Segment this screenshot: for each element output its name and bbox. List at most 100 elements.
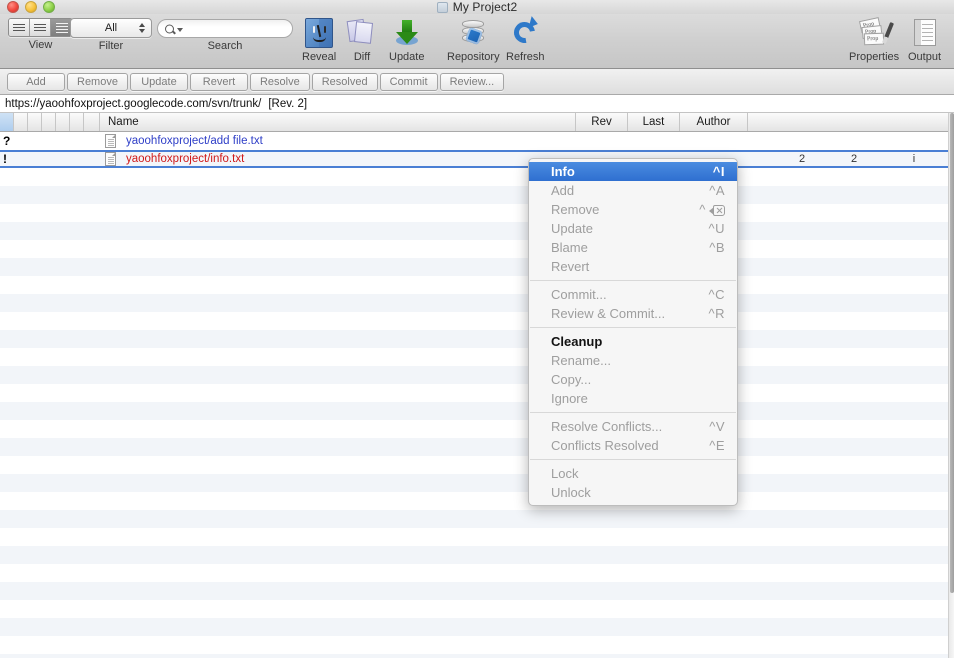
toolbar-item-update[interactable]: Update [389, 17, 424, 63]
review-button[interactable]: Review... [439, 72, 505, 91]
vertical-scrollbar[interactable] [948, 113, 954, 658]
column-name-label: Name [108, 116, 139, 128]
column-rev[interactable]: Rev [576, 113, 628, 131]
view-segment-list-normal[interactable] [30, 19, 51, 36]
row-status: ? [3, 134, 11, 148]
menu-item-label: Blame [551, 240, 588, 255]
window-title: My Project2 [452, 0, 518, 14]
menu-item-shortcut: ^ [699, 202, 725, 217]
column-flag-1[interactable] [14, 113, 28, 131]
column-rev-label: Rev [591, 116, 612, 128]
empty-row [0, 618, 948, 636]
update-button[interactable]: Update [129, 72, 188, 91]
empty-row [0, 600, 948, 618]
search-field[interactable] [157, 19, 293, 38]
menu-item-commit: Commit... ^C [529, 285, 737, 304]
reveal-label: Reveal [302, 51, 337, 63]
toolbar-filter-group: All Filter [70, 18, 152, 52]
menu-item-rename: Rename... [529, 351, 737, 370]
menu-item-label: Update [551, 221, 593, 236]
column-flag-4[interactable] [56, 113, 70, 131]
menu-item-info[interactable]: Info ^I [529, 162, 737, 181]
empty-row [0, 654, 948, 658]
menu-item-label: Resolve Conflicts... [551, 419, 663, 434]
menu-item-shortcut: ^B [709, 240, 725, 255]
revert-button[interactable]: Revert [189, 72, 248, 91]
toolbar-item-output[interactable]: Output [908, 17, 941, 63]
diff-label: Diff [353, 51, 371, 63]
empty-row [0, 636, 948, 654]
column-last[interactable]: Last [628, 113, 680, 131]
menu-item-add: Add ^A [529, 181, 737, 200]
empty-row [0, 456, 948, 474]
menu-item-label: Lock [551, 466, 579, 481]
column-flag-6[interactable] [84, 113, 100, 131]
output-document-icon [909, 17, 941, 49]
column-status[interactable] [0, 113, 14, 131]
menu-item-cleanup[interactable]: Cleanup [529, 332, 737, 351]
empty-row [0, 492, 948, 510]
diff-pages-icon [346, 17, 378, 49]
toolbar-view-group: View [8, 18, 73, 51]
document-icon [100, 152, 120, 166]
remove-button[interactable]: Remove [67, 72, 128, 91]
svn-client-window: My Project2 View All Filter Search Revea… [0, 0, 954, 658]
row-last: 2 [850, 153, 858, 165]
view-segment-list-compact[interactable] [9, 19, 30, 36]
context-menu[interactable]: Info ^I Add ^A Remove ^ Update ^U Blame ^B Revert… [528, 158, 738, 506]
table-row[interactable]: ? yaoohfoxproject/add file.txt [0, 132, 948, 150]
menu-item-update: Update ^U [529, 219, 737, 238]
empty-row [0, 168, 948, 186]
resolved-button[interactable]: Resolved [311, 72, 378, 91]
menu-item-conflicts-resolved: Conflicts Resolved ^E [529, 436, 737, 455]
toolbar-search-group: Search [157, 19, 293, 52]
window-title-group: My Project2 [0, 0, 954, 14]
toolbar-item-repository[interactable]: Repository [447, 17, 500, 63]
column-flag-5[interactable] [70, 113, 84, 131]
row-status: ! [3, 152, 7, 166]
toolbar-item-refresh[interactable]: Refresh [506, 16, 545, 63]
vertical-scrollbar-thumb[interactable] [950, 113, 954, 593]
window-titlebar: My Project2 [0, 0, 954, 14]
properties-sheets-icon: PropPropProp [858, 17, 895, 49]
filter-value: All [104, 22, 118, 34]
empty-row [0, 330, 948, 348]
empty-row [0, 276, 948, 294]
revision-label: [Rev. 2] [268, 97, 308, 110]
chevron-updown-icon [139, 23, 145, 33]
resolve-button[interactable]: Resolve [249, 72, 310, 91]
search-label: Search [207, 40, 243, 52]
table-column-header: Name Rev Last Author [0, 113, 954, 132]
column-author[interactable]: Author [680, 113, 748, 131]
repository-label: Repository [447, 51, 500, 63]
menu-item-label: Info [551, 164, 575, 179]
empty-row [0, 438, 948, 456]
menu-item-remove: Remove ^ [529, 200, 737, 219]
empty-row-filler [0, 168, 948, 658]
menu-item-label: Add [551, 183, 575, 198]
column-flag-3[interactable] [42, 113, 56, 131]
menu-item-label: Rename... [551, 353, 611, 368]
column-author-label: Author [696, 116, 731, 128]
filter-dropdown[interactable]: All [70, 18, 152, 38]
output-label: Output [908, 51, 942, 63]
table-row[interactable]: ! yaoohfoxproject/info.txt 2 2 i [0, 150, 948, 168]
row-filename: yaoohfoxproject/add file.txt [126, 135, 263, 147]
chevron-down-icon[interactable] [177, 27, 183, 32]
circular-arrow-icon [509, 16, 541, 49]
empty-row [0, 528, 948, 546]
toolbar-item-reveal[interactable]: Reveal [302, 17, 336, 63]
toolbar-item-diff[interactable]: Diff [346, 17, 378, 63]
update-label: Update [389, 51, 425, 63]
file-list[interactable]: ? yaoohfoxproject/add file.txt ! yaoohfo… [0, 132, 948, 658]
view-segment-list-detailed[interactable] [51, 19, 72, 36]
view-segmented-control[interactable] [8, 18, 73, 37]
toolbar-item-properties[interactable]: PropPropProp Properties [849, 17, 899, 63]
column-name[interactable]: Name [100, 113, 576, 131]
commit-button[interactable]: Commit [379, 72, 438, 91]
menu-item-shortcut: ^R [708, 306, 725, 321]
document-icon [100, 134, 120, 148]
column-flag-2[interactable] [28, 113, 42, 131]
add-button[interactable]: Add [7, 72, 65, 91]
empty-row [0, 294, 948, 312]
